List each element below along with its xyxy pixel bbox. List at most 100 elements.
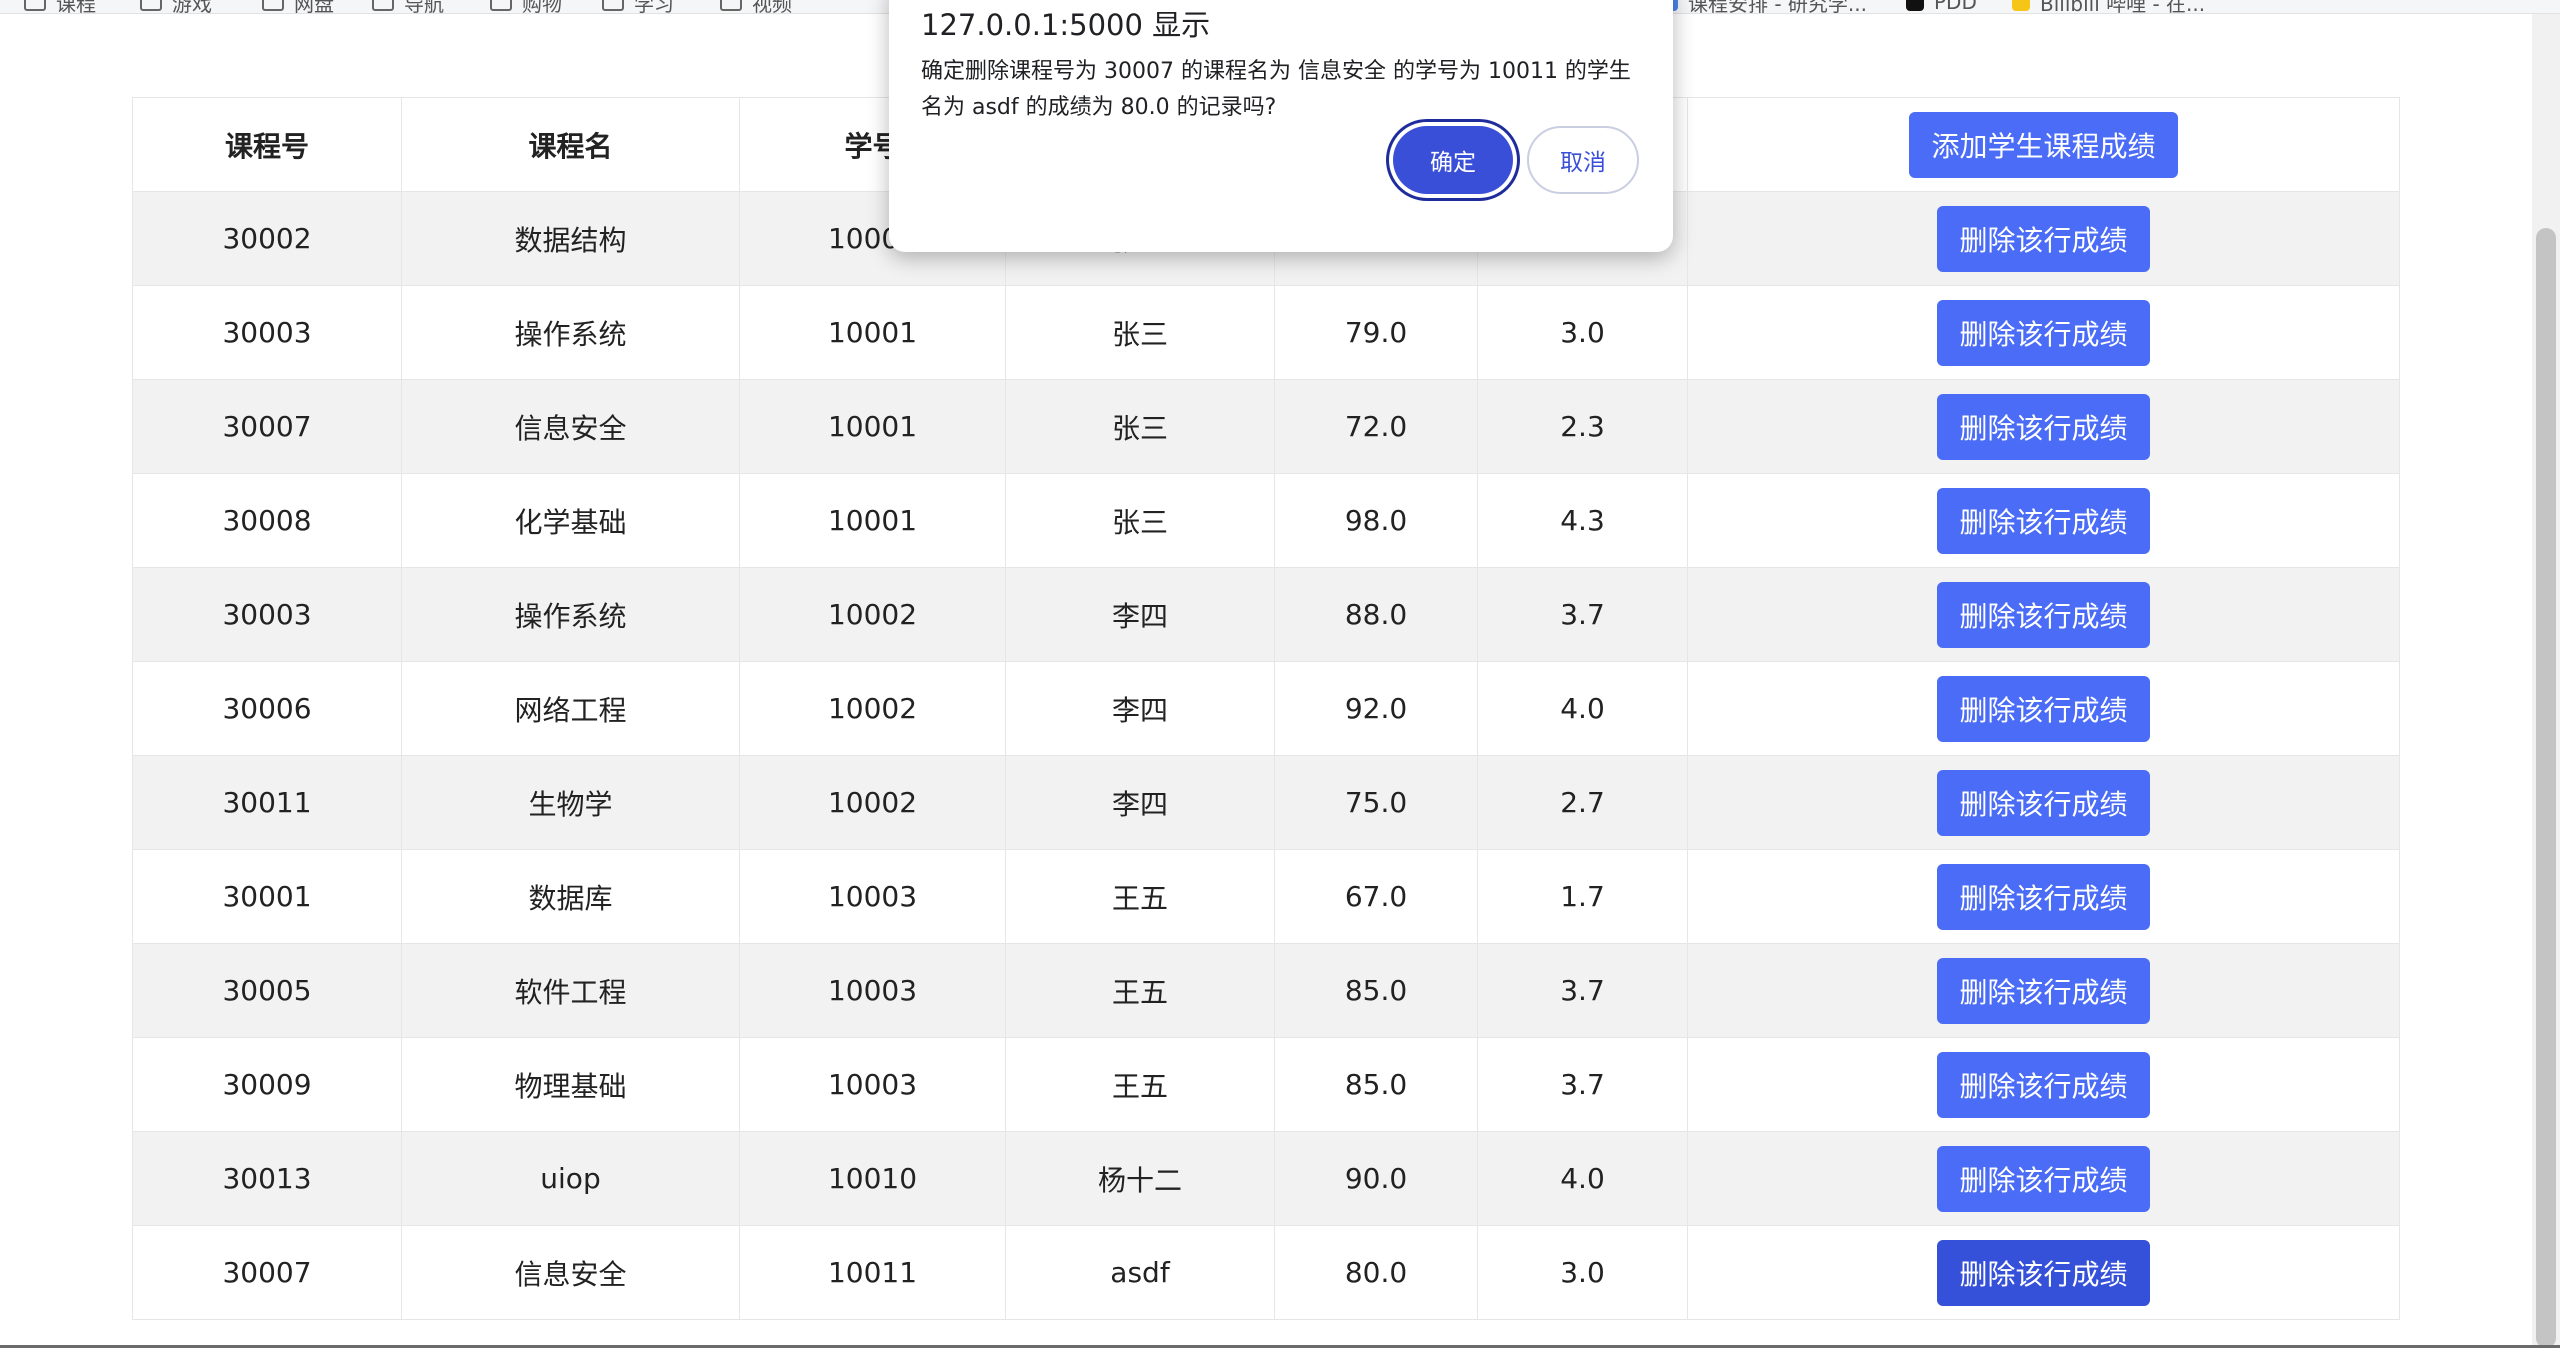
cell-course-id: 30007 xyxy=(132,379,402,474)
bookmark-item[interactable]: Bilibili 哔哩 - 在... xyxy=(2012,0,2205,13)
delete-row-button[interactable]: 删除该行成绩 xyxy=(1937,581,2150,648)
cell-student-name: 张三 xyxy=(1005,473,1275,568)
bookmark-item[interactable]: 游戏 xyxy=(140,0,212,13)
folder-icon xyxy=(24,0,46,11)
delete-row-button[interactable]: 删除该行成绩 xyxy=(1937,393,2150,460)
cell-score: 92.0 xyxy=(1274,661,1478,756)
cell-course-name: 信息安全 xyxy=(401,379,740,474)
cell-student-id: 10001 xyxy=(739,285,1006,380)
cell-student-id: 10002 xyxy=(739,567,1006,662)
cell-student-id: 10001 xyxy=(739,379,1006,474)
delete-row-button[interactable]: 删除该行成绩 xyxy=(1937,769,2150,836)
cell-student-name: 李四 xyxy=(1005,567,1275,662)
bookmark-item[interactable]: 课程安排 - 研究学... xyxy=(1660,0,1867,13)
bookmark-item[interactable]: 网盘 xyxy=(262,0,334,13)
bookmark-item[interactable]: 购物 xyxy=(490,0,562,13)
cell-score: 85.0 xyxy=(1274,1037,1478,1132)
cell-actions: 删除该行成绩 xyxy=(1687,755,2400,850)
cell-course-id: 30009 xyxy=(132,1037,402,1132)
cell-score: 67.0 xyxy=(1274,849,1478,944)
folder-icon xyxy=(720,0,742,11)
cell-student-name: 李四 xyxy=(1005,661,1275,756)
table-row: 30001 数据库 10003 王五 67.0 1.7 删除该行成绩 xyxy=(132,849,2400,944)
grade-table: 课程号 课程名 学号 姓名 成绩 绩点 添加学生课程成绩 30002数据结构10… xyxy=(132,97,2400,1320)
delete-row-button[interactable]: 删除该行成绩 xyxy=(1937,1145,2150,1212)
cell-course-id: 30003 xyxy=(132,285,402,380)
cell-course-name: 化学基础 xyxy=(401,473,740,568)
cell-student-name: 杨十二 xyxy=(1005,1131,1275,1226)
cell-score: 72.0 xyxy=(1274,379,1478,474)
cell-student-id: 10002 xyxy=(739,661,1006,756)
cell-student-id: 10003 xyxy=(739,943,1006,1038)
delete-row-button[interactable]: 删除该行成绩 xyxy=(1937,957,2150,1024)
cell-score: 85.0 xyxy=(1274,943,1478,1038)
table-row: 30008 化学基础 10001 张三 98.0 4.3 删除该行成绩 xyxy=(132,473,2400,568)
cell-gpa: 3.0 xyxy=(1477,1225,1688,1320)
delete-row-button[interactable]: 删除该行成绩 xyxy=(1937,675,2150,742)
cell-course-name: 操作系统 xyxy=(401,567,740,662)
table-row: 30006 网络工程 10002 李四 92.0 4.0 删除该行成绩 xyxy=(132,661,2400,756)
cell-gpa: 3.7 xyxy=(1477,943,1688,1038)
confirm-ok-button[interactable]: 确定 xyxy=(1393,126,1513,194)
header-course-id: 课程号 xyxy=(132,97,402,192)
cell-student-name: 王五 xyxy=(1005,849,1275,944)
add-grade-button[interactable]: 添加学生课程成绩 xyxy=(1909,111,2178,178)
confirm-cancel-button[interactable]: 取消 xyxy=(1527,126,1639,194)
cell-actions: 删除该行成绩 xyxy=(1687,567,2400,662)
cell-score: 88.0 xyxy=(1274,567,1478,662)
confirm-dialog: 127.0.0.1:5000 显示 确定删除课程号为 30007 的课程名为 信… xyxy=(889,0,1673,252)
cell-gpa: 3.7 xyxy=(1477,1037,1688,1132)
cell-score: 80.0 xyxy=(1274,1225,1478,1320)
scrollbar-track[interactable] xyxy=(2532,14,2560,1348)
cell-student-id: 10010 xyxy=(739,1131,1006,1226)
bookmark-item[interactable]: 视频 xyxy=(720,0,792,13)
cell-score: 98.0 xyxy=(1274,473,1478,568)
cell-gpa: 4.0 xyxy=(1477,1131,1688,1226)
bookmark-item[interactable]: 学习 xyxy=(602,0,674,13)
dialog-actions: 确定 取消 xyxy=(1393,126,1639,194)
cell-course-id: 30006 xyxy=(132,661,402,756)
cell-student-name: 张三 xyxy=(1005,379,1275,474)
cell-actions: 删除该行成绩 xyxy=(1687,1037,2400,1132)
cell-actions: 删除该行成绩 xyxy=(1687,473,2400,568)
cell-actions: 删除该行成绩 xyxy=(1687,191,2400,286)
delete-row-button[interactable]: 删除该行成绩 xyxy=(1937,1239,2150,1306)
cell-gpa: 4.0 xyxy=(1477,661,1688,756)
delete-row-button[interactable]: 删除该行成绩 xyxy=(1937,205,2150,272)
dialog-title: 127.0.0.1:5000 显示 xyxy=(921,8,1211,42)
cell-student-name: 张三 xyxy=(1005,285,1275,380)
cell-course-id: 30011 xyxy=(132,755,402,850)
cell-course-id: 30001 xyxy=(132,849,402,944)
bookmark-item[interactable]: 课程 xyxy=(24,0,96,13)
cell-gpa: 2.7 xyxy=(1477,755,1688,850)
cell-student-name: 王五 xyxy=(1005,943,1275,1038)
grade-rows: 30002数据结构10001张三删除该行成绩30003操作系统10001张三79… xyxy=(132,191,2400,1320)
cell-student-id: 10011 xyxy=(739,1225,1006,1320)
cell-course-name: 软件工程 xyxy=(401,943,740,1038)
cell-score: 79.0 xyxy=(1274,285,1478,380)
cell-student-name: asdf xyxy=(1005,1225,1275,1320)
scrollbar-thumb[interactable] xyxy=(2536,228,2556,1348)
dialog-message: 确定删除课程号为 30007 的课程名为 信息安全 的学号为 10011 的学生… xyxy=(921,59,1631,120)
table-row: 30013 uiop 10010 杨十二 90.0 4.0 删除该行成绩 xyxy=(132,1131,2400,1226)
cell-actions: 删除该行成绩 xyxy=(1687,661,2400,756)
delete-row-button[interactable]: 删除该行成绩 xyxy=(1937,863,2150,930)
delete-row-button[interactable]: 删除该行成绩 xyxy=(1937,299,2150,366)
cell-student-id: 10001 xyxy=(739,473,1006,568)
cell-actions: 删除该行成绩 xyxy=(1687,1131,2400,1226)
folder-icon xyxy=(372,0,394,11)
cell-course-id: 30003 xyxy=(132,567,402,662)
bookmark-item[interactable]: PDD xyxy=(1906,0,1977,13)
cell-course-id: 30008 xyxy=(132,473,402,568)
cell-course-name: 数据结构 xyxy=(401,191,740,286)
table-row: 30007 信息安全 10011 asdf 80.0 3.0 删除该行成绩 xyxy=(132,1225,2400,1320)
cell-actions: 删除该行成绩 xyxy=(1687,849,2400,944)
bookmark-item[interactable]: 导航 xyxy=(372,0,444,13)
cell-course-id: 30013 xyxy=(132,1131,402,1226)
cell-score: 90.0 xyxy=(1274,1131,1478,1226)
cell-student-id: 10003 xyxy=(739,849,1006,944)
cell-actions: 删除该行成绩 xyxy=(1687,943,2400,1038)
delete-row-button[interactable]: 删除该行成绩 xyxy=(1937,487,2150,554)
cell-course-name: uiop xyxy=(401,1131,740,1226)
delete-row-button[interactable]: 删除该行成绩 xyxy=(1937,1051,2150,1118)
